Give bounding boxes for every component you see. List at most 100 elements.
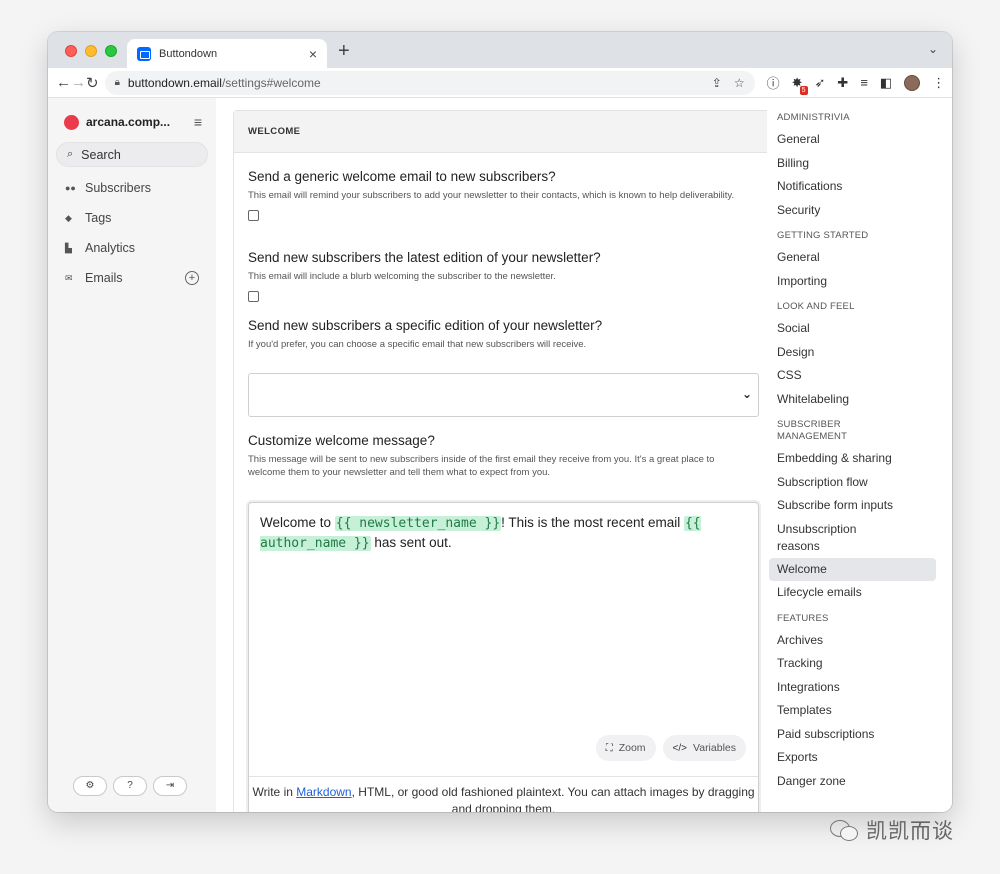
setting-help: This message will be sent to new subscri… bbox=[248, 454, 715, 478]
settings-nav-embedding[interactable]: Embedding & sharing bbox=[767, 447, 952, 471]
zoom-button[interactable]: ⛶ Zoom bbox=[595, 735, 656, 761]
buttondown-favicon-icon bbox=[137, 46, 151, 61]
sidebar-item-subscribers[interactable]: ●● Subscribers bbox=[56, 173, 208, 203]
settings-nav-social[interactable]: Social bbox=[767, 317, 952, 341]
share-icon[interactable]: ⇪ bbox=[712, 76, 722, 90]
address-bar[interactable]: 🔒︎ buttondown.email/settings#welcome ⇪ ☆ bbox=[104, 70, 755, 95]
extensions-area: ⓘ ✸ 5 ➶ ✚ ≡ ◧ ⋮ bbox=[767, 73, 945, 95]
settings-nav-archives[interactable]: Archives bbox=[767, 629, 952, 653]
footer-text: , HTML, or good old fashioned plaintext.… bbox=[351, 785, 755, 812]
sidebar-search[interactable]: ⌕ Search bbox=[56, 142, 208, 167]
settings-nav-notifications[interactable]: Notifications bbox=[767, 175, 952, 199]
settings-nav-design[interactable]: Design bbox=[767, 341, 952, 365]
left-sidebar: arcana.comp... ≡ ⌕ Search ●● Subscribers… bbox=[48, 98, 216, 812]
account-header[interactable]: arcana.comp... ≡ bbox=[64, 112, 208, 132]
chevron-down-icon: ⌄ bbox=[741, 387, 752, 401]
settings-nav-subscribe-form-inputs[interactable]: Subscribe form inputs bbox=[767, 494, 952, 518]
settings-nav-lifecycle-emails[interactable]: Lifecycle emails bbox=[767, 581, 952, 605]
setting-help: If you'd prefer, you can choose a specif… bbox=[248, 339, 587, 350]
tab-search-icon[interactable]: ⌄ bbox=[928, 42, 938, 56]
custom-message-setting: Customize welcome message? This message … bbox=[248, 433, 748, 479]
reload-button[interactable]: ↻ bbox=[86, 74, 99, 92]
reading-list-icon[interactable]: ≡ bbox=[860, 75, 868, 90]
bookmark-star-icon[interactable]: ☆ bbox=[734, 76, 745, 90]
extension-badge-icon[interactable]: ✸ 5 bbox=[792, 75, 808, 95]
browser-menu-icon[interactable]: ⋮ bbox=[932, 75, 945, 91]
footer-text: Write in bbox=[252, 785, 297, 799]
search-icon: ⌕ bbox=[67, 148, 74, 160]
browser-tab[interactable]: Buttondown × bbox=[127, 39, 327, 68]
settings-nav: ADMINISTRIVIA General Billing Notificati… bbox=[767, 98, 952, 812]
tab-strip: Buttondown × + ⌄ bbox=[48, 32, 952, 68]
sidebar-item-label: Subscribers bbox=[85, 181, 151, 195]
chart-icon: ▙ bbox=[65, 242, 72, 253]
setting-help: This email will include a blurb welcomin… bbox=[248, 271, 556, 282]
settings-nav-whitelabeling[interactable]: Whitelabeling bbox=[767, 388, 952, 412]
new-tab-button[interactable]: + bbox=[338, 40, 350, 63]
url-text[interactable]: buttondown.email/settings#welcome bbox=[128, 76, 700, 90]
editor-text: Welcome to bbox=[260, 515, 335, 530]
settings-nav-integrations[interactable]: Integrations bbox=[767, 676, 952, 700]
settings-nav-importing[interactable]: Importing bbox=[767, 270, 952, 294]
settings-nav-security[interactable]: Security bbox=[767, 199, 952, 223]
settings-nav-danger-zone[interactable]: Danger zone bbox=[767, 770, 952, 794]
settings-gear-icon[interactable]: ⚙ bbox=[73, 776, 107, 796]
rocket-extension-icon[interactable]: ➶ bbox=[815, 75, 826, 91]
sidebar-item-analytics[interactable]: ▙ Analytics bbox=[56, 233, 208, 263]
tab-close-icon[interactable]: × bbox=[309, 46, 317, 62]
maximize-window-button[interactable] bbox=[105, 45, 117, 57]
sidebar-item-label: Analytics bbox=[85, 241, 136, 255]
sidebar-item-emails[interactable]: ✉ Emails + bbox=[56, 263, 208, 293]
account-avatar bbox=[64, 114, 79, 130]
generic-welcome-checkbox[interactable] bbox=[248, 210, 259, 221]
help-icon[interactable]: ? bbox=[113, 776, 147, 796]
editor-footer: Write in Markdown, HTML, or good old fas… bbox=[249, 776, 758, 812]
settings-nav-exports[interactable]: Exports bbox=[767, 746, 952, 770]
settings-nav-getting-started-general[interactable]: General bbox=[767, 246, 952, 270]
forward-button[interactable]: → bbox=[71, 74, 86, 91]
settings-nav-css[interactable]: CSS bbox=[767, 364, 952, 388]
editor-content[interactable]: Welcome to {{ newsletter_name }}! This i… bbox=[260, 513, 730, 553]
latest-edition-setting: Send new subscribers the latest edition … bbox=[248, 250, 748, 302]
hamburger-menu-icon[interactable]: ≡ bbox=[194, 114, 202, 130]
settings-nav-subscription-flow[interactable]: Subscription flow bbox=[767, 471, 952, 495]
settings-nav-unsubscription-reasons[interactable]: Unsubscription reasons bbox=[767, 518, 952, 558]
settings-nav-templates[interactable]: Templates bbox=[767, 699, 952, 723]
nav-label-line: reasons bbox=[777, 538, 820, 553]
settings-nav-tracking[interactable]: Tracking bbox=[767, 652, 952, 676]
settings-main: WELCOME Send a generic welcome email to … bbox=[216, 98, 767, 812]
lock-icon[interactable]: 🔒︎ bbox=[115, 77, 120, 88]
settings-nav-billing[interactable]: Billing bbox=[767, 152, 952, 176]
info-extension-icon[interactable]: ⓘ bbox=[767, 73, 780, 92]
markdown-link[interactable]: Markdown bbox=[296, 785, 351, 799]
expand-icon: ⛶ bbox=[605, 742, 613, 754]
specific-edition-select[interactable]: ⌄ bbox=[248, 373, 759, 417]
sidebar-item-tags[interactable]: ◆ Tags bbox=[56, 203, 208, 233]
settings-nav-general[interactable]: General bbox=[767, 128, 952, 152]
variables-button[interactable]: </> Variables bbox=[662, 735, 746, 761]
variables-label: Variables bbox=[693, 742, 736, 754]
account-name: arcana.comp... bbox=[86, 115, 171, 129]
side-panel-icon[interactable]: ◧ bbox=[880, 75, 892, 91]
nav-section-label: SUBSCRIBER MANAGEMENT bbox=[777, 419, 952, 443]
logout-icon[interactable]: ⇥ bbox=[153, 776, 187, 796]
settings-nav-paid-subscriptions[interactable]: Paid subscriptions bbox=[767, 723, 952, 747]
generic-welcome-setting: Send a generic welcome email to new subs… bbox=[248, 169, 748, 221]
url-path: /settings#welcome bbox=[221, 75, 321, 90]
welcome-message-editor[interactable]: Welcome to {{ newsletter_name }}! This i… bbox=[248, 502, 759, 812]
add-email-icon[interactable]: + bbox=[185, 271, 199, 285]
page-content: arcana.comp... ≡ ⌕ Search ●● Subscribers… bbox=[48, 98, 952, 812]
back-button[interactable]: ← bbox=[56, 74, 71, 91]
nav-section-label-line: SUBSCRIBER bbox=[777, 419, 841, 430]
tag-icon: ◆ bbox=[65, 212, 72, 223]
specific-edition-setting: Send new subscribers a specific edition … bbox=[248, 318, 748, 351]
profile-avatar[interactable] bbox=[904, 74, 921, 91]
minimize-window-button[interactable] bbox=[85, 45, 97, 57]
close-window-button[interactable] bbox=[65, 45, 77, 57]
settings-nav-welcome[interactable]: Welcome bbox=[769, 557, 936, 581]
nav-section-label: LOOK AND FEEL bbox=[777, 301, 855, 312]
browser-toolbar: ← → ↻ 🔒︎ buttondown.email/settings#welco… bbox=[48, 68, 952, 98]
latest-edition-checkbox[interactable] bbox=[248, 291, 259, 302]
puzzle-extensions-icon[interactable]: ✚ bbox=[837, 75, 848, 91]
setting-help: This email will remind your subscribers … bbox=[248, 190, 735, 201]
